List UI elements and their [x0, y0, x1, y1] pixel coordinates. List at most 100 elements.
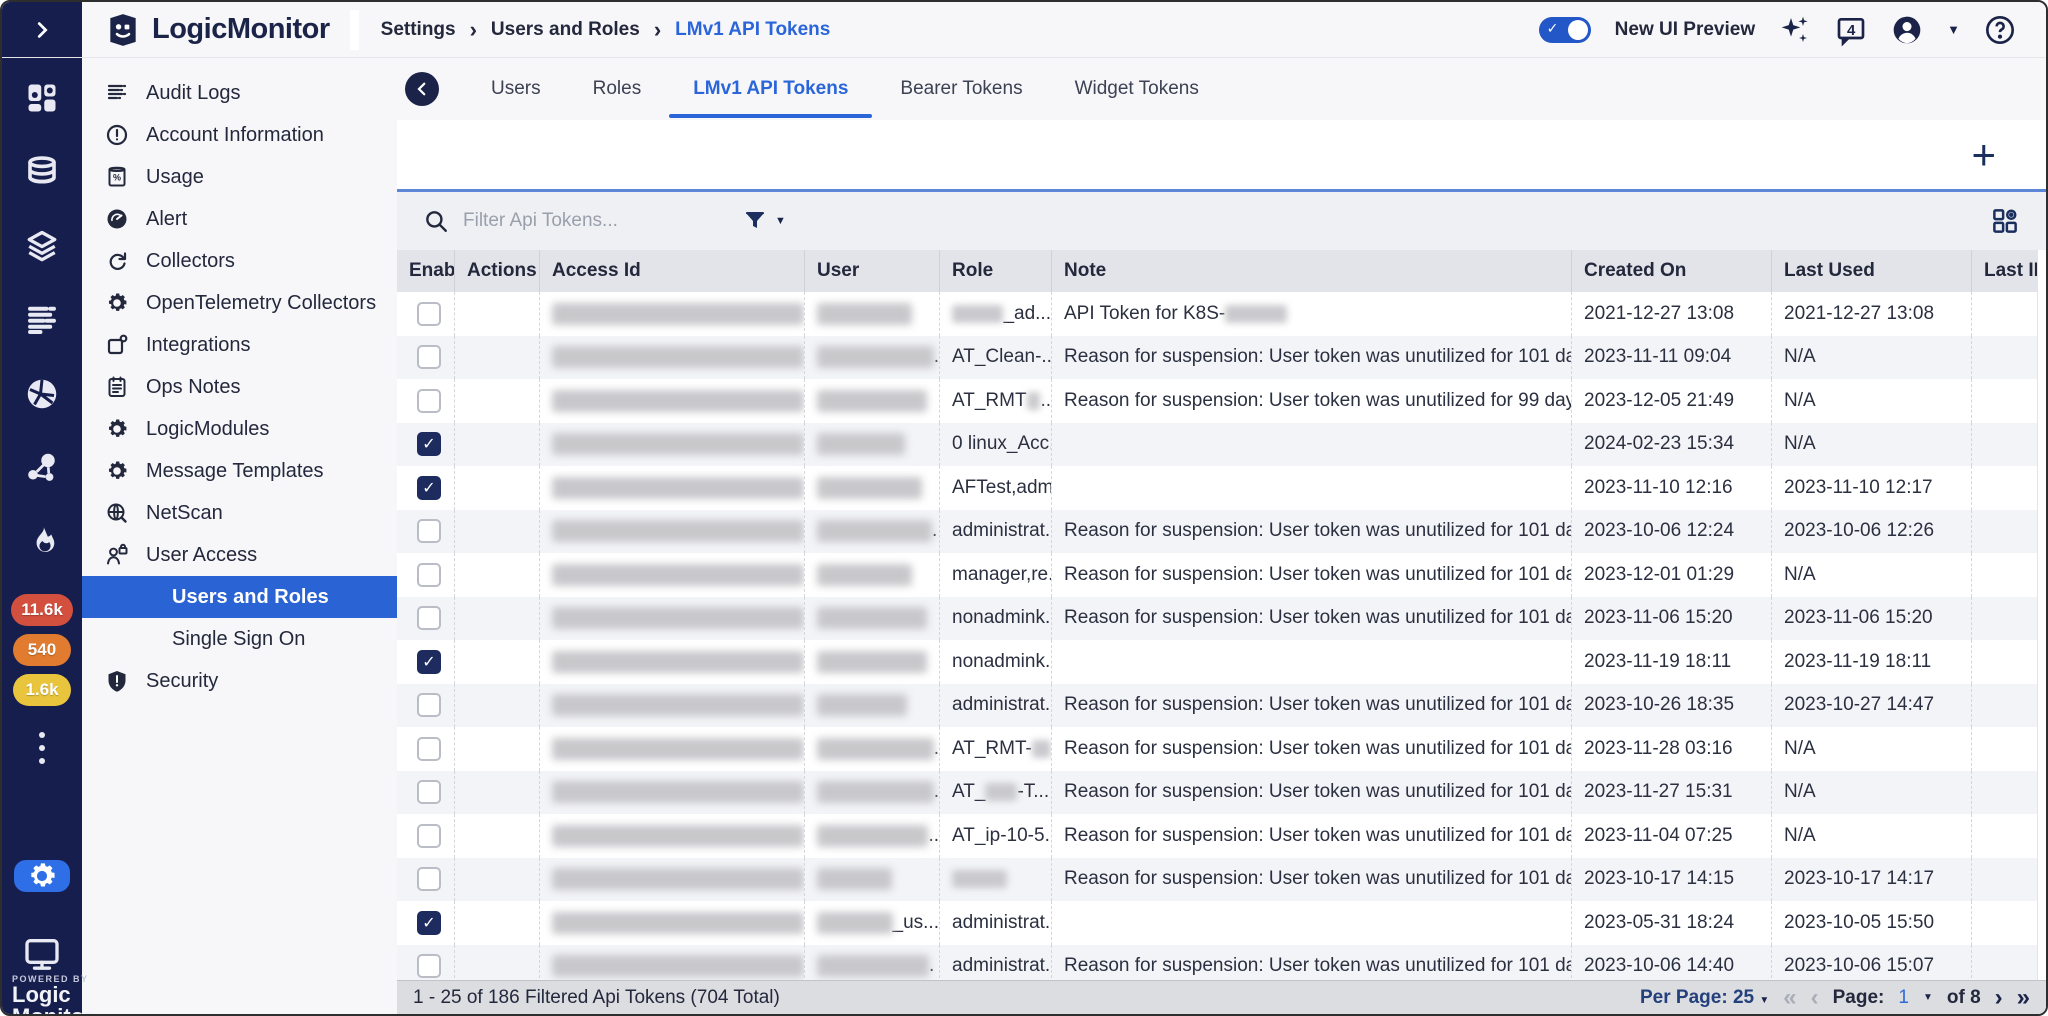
note-cell: Reason for suspension: User token was un…	[1052, 814, 1572, 858]
sidebar-item-ops-notes[interactable]: Ops Notes	[82, 366, 397, 408]
enable-checkbox-checked[interactable]: ✓	[417, 476, 441, 500]
mapping-nav-icon[interactable]	[24, 450, 60, 486]
alert-count-badge[interactable]: 11.6k	[11, 594, 73, 626]
sidebar-item-single-sign-on[interactable]: Single Sign On	[82, 618, 397, 660]
avatar-menu-caret-icon[interactable]: ▼	[1947, 22, 1960, 37]
enable-checkbox[interactable]	[417, 867, 441, 891]
enable-checkbox[interactable]	[417, 693, 441, 717]
sidebar-item-user-access[interactable]: User Access	[82, 534, 397, 576]
enable-checkbox[interactable]	[417, 302, 441, 326]
column-header-last-used[interactable]: Last Used	[1772, 250, 1972, 292]
sidebar-item-collectors[interactable]: Collectors	[82, 240, 397, 282]
enable-checkbox[interactable]	[417, 737, 441, 761]
column-header-last-ip[interactable]: Last IP	[1972, 250, 2046, 292]
logicmonitor-logo[interactable]: LogicMonitor	[82, 10, 359, 50]
enable-checkbox[interactable]	[417, 780, 441, 804]
remote-session-icon[interactable]	[22, 934, 62, 974]
settings-nav-active[interactable]	[14, 860, 70, 892]
first-page-button[interactable]: «	[1783, 986, 1796, 1010]
feedback-chat-icon[interactable]: 4	[1835, 14, 1867, 46]
modules-nav-icon[interactable]	[24, 228, 60, 264]
sidebar-item-message-templates[interactable]: Message Templates	[82, 450, 397, 492]
more-menu-icon[interactable]	[39, 732, 45, 764]
alerts-nav-icon[interactable]	[24, 524, 60, 560]
column-header-note[interactable]: Note	[1052, 250, 1572, 292]
last-ip-cell	[1972, 553, 2046, 597]
pagination: Per Page: 25 ▼ « ‹ Page: 1 ▼ of 8 › »	[1640, 986, 2030, 1010]
chat-badge-count: 4	[1835, 22, 1867, 39]
sidebar-item-account-information[interactable]: Account Information	[82, 114, 397, 156]
enable-checkbox-checked[interactable]: ✓	[417, 911, 441, 935]
page-caret-icon[interactable]: ▼	[1923, 992, 1933, 1003]
help-icon[interactable]	[1984, 14, 2016, 46]
next-page-button[interactable]: ›	[1995, 986, 2003, 1010]
sidebar-item-security[interactable]: Security	[82, 660, 397, 702]
filter-bar: ▼	[397, 192, 2046, 250]
dashboards-nav-icon[interactable]	[24, 80, 60, 116]
websites-nav-icon[interactable]	[24, 376, 60, 412]
note-text: Reason for suspension: User token was un…	[1064, 520, 1572, 542]
actions-cell	[455, 858, 540, 902]
breadcrumb-item[interactable]: LMv1 API Tokens	[675, 19, 830, 41]
user-avatar-icon[interactable]	[1891, 14, 1923, 46]
column-header-actions[interactable]: Actions	[455, 250, 540, 292]
breadcrumb-item[interactable]: Settings	[381, 19, 456, 41]
tab-users[interactable]: Users	[465, 62, 567, 116]
last-page-button[interactable]: »	[2017, 986, 2030, 1010]
tab-widget-tokens[interactable]: Widget Tokens	[1049, 62, 1225, 116]
tab-bearer-tokens[interactable]: Bearer Tokens	[874, 62, 1048, 116]
note-cell: Reason for suspension: User token was un…	[1052, 379, 1572, 423]
column-header-user[interactable]: User	[805, 250, 940, 292]
enable-checkbox-checked[interactable]: ✓	[417, 432, 441, 456]
note-text: Reason for suspension: User token was un…	[1064, 564, 1572, 586]
sidebar-item-opentelemetry-collectors[interactable]: OpenTelemetry Collectors	[82, 282, 397, 324]
enable-checkbox[interactable]	[417, 606, 441, 630]
resources-nav-icon[interactable]	[24, 154, 60, 190]
column-header-created-on[interactable]: Created On	[1572, 250, 1772, 292]
current-page-value[interactable]: 1	[1898, 987, 1909, 1009]
sidebar-item-usage[interactable]: %Usage	[82, 156, 397, 198]
table-scrollbar-track[interactable]	[2037, 250, 2046, 980]
per-page-control[interactable]: Per Page: 25 ▼	[1640, 987, 1769, 1009]
add-token-button[interactable]: +	[1971, 134, 1996, 176]
column-settings-button[interactable]	[1990, 206, 2020, 236]
role-redacted	[952, 305, 1003, 323]
logs-nav-icon[interactable]	[24, 302, 60, 338]
column-header-role[interactable]: Role	[940, 250, 1052, 292]
enable-checkbox[interactable]	[417, 563, 441, 587]
breadcrumb-item[interactable]: Users and Roles	[491, 19, 640, 41]
enable-checkbox[interactable]	[417, 519, 441, 543]
created-on-cell: 2023-11-04 07:25	[1572, 814, 1772, 858]
sidebar-item-netscan[interactable]: NetScan	[82, 492, 397, 534]
enable-checkbox[interactable]	[417, 389, 441, 413]
access-id-cell	[540, 336, 805, 380]
filter-menu-button[interactable]: ▼	[743, 209, 786, 233]
expand-sidebar-button[interactable]	[2, 2, 82, 57]
access-id-redacted	[552, 520, 804, 542]
ai-sparkles-icon[interactable]	[1779, 14, 1811, 46]
sidebar-item-audit-logs[interactable]: Audit Logs	[82, 72, 397, 114]
enable-checkbox[interactable]	[417, 345, 441, 369]
prev-page-button[interactable]: ‹	[1811, 986, 1819, 1010]
enable-checkbox-checked[interactable]: ✓	[417, 650, 441, 674]
sidebar-item-logicmodules[interactable]: LogicModules	[82, 408, 397, 450]
enable-checkbox[interactable]	[417, 824, 441, 848]
alert-count-badge[interactable]: 540	[13, 634, 71, 666]
sidebar-item-integrations[interactable]: Integrations	[82, 324, 397, 366]
tab-roles[interactable]: Roles	[567, 62, 668, 116]
last-ip-cell	[1972, 858, 2046, 902]
column-header-access-id[interactable]: Access Id	[540, 250, 805, 292]
new-ui-preview-toggle[interactable]: ✓	[1539, 17, 1591, 43]
enable-checkbox[interactable]	[417, 954, 441, 978]
alert-count-badge[interactable]: 1.6k	[13, 674, 71, 706]
sidebar-item-alert[interactable]: Alert	[82, 198, 397, 240]
enable-cell	[397, 684, 455, 728]
column-header-enable[interactable]: Enable	[397, 250, 455, 292]
actions-cell	[455, 814, 540, 858]
filter-tokens-input[interactable]	[463, 210, 693, 232]
tab-lmv1-api-tokens[interactable]: LMv1 API Tokens	[667, 62, 874, 116]
role-cell: manager,re...	[940, 553, 1052, 597]
sidebar-item-users-and-roles[interactable]: Users and Roles	[82, 576, 397, 618]
actions-cell	[455, 640, 540, 684]
collapse-tabs-button[interactable]	[405, 72, 439, 106]
